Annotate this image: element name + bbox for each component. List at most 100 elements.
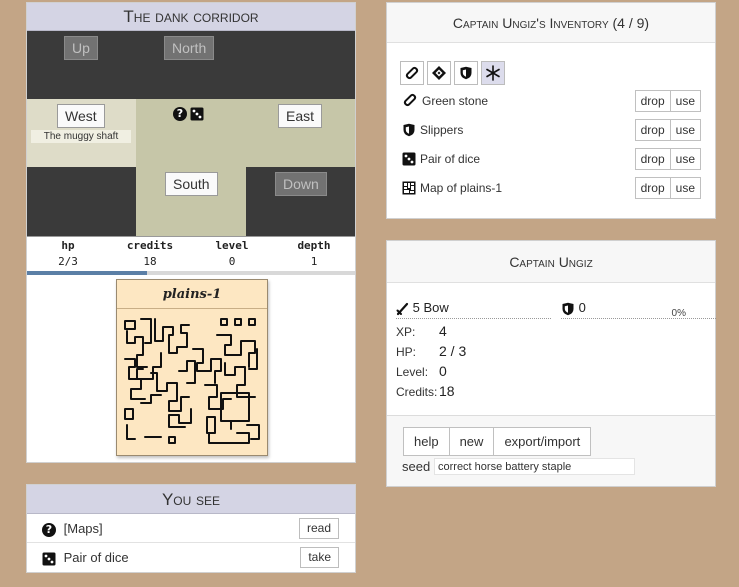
hp-progress-bar: [27, 271, 355, 275]
stat-credits: credits 18: [109, 239, 191, 268]
character-panel: Captain Ungiz 5 Bow 0 0% XP: 4 HP: 2 / 3…: [386, 240, 716, 487]
sword-icon: [396, 302, 409, 316]
hp-label: HP:: [396, 345, 417, 359]
stat-depth-value: 1: [310, 255, 318, 268]
hp-value: 2 / 3: [439, 343, 467, 359]
hp-progress-fill: [27, 271, 147, 275]
filter-armor-button[interactable]: [454, 61, 478, 85]
dungeon-map: [124, 318, 260, 444]
inventory-item-label: Pair of dice: [420, 152, 481, 166]
character-footer: help new export/import seed: [387, 416, 715, 486]
west-button[interactable]: West: [57, 104, 105, 128]
stat-depth-label: depth: [297, 239, 331, 252]
stat-credits-label: credits: [126, 239, 174, 252]
question-icon[interactable]: ?: [173, 107, 187, 121]
drop-button[interactable]: drop: [634, 148, 671, 170]
take-button[interactable]: take: [300, 547, 339, 568]
you-see-title: You see: [27, 485, 355, 514]
inventory-item-actions: drop use: [634, 148, 701, 170]
question-icon: ?: [42, 522, 56, 537]
you-see-item-label: [Maps]: [63, 521, 103, 536]
credits-stat: Credits: 18: [396, 383, 455, 399]
drop-button[interactable]: drop: [634, 119, 671, 141]
cell-northeast: [246, 31, 355, 99]
inventory-item-label: Green stone: [422, 94, 489, 108]
shield-icon: [561, 302, 575, 316]
inventory-title: Captain Ungiz's Inventory (4 / 9): [387, 3, 715, 43]
new-button[interactable]: new: [449, 427, 495, 456]
level-stat: Level: 0: [396, 363, 447, 379]
cell-southwest: [27, 167, 136, 236]
dice-icon: [402, 152, 416, 166]
hp-stat: HP: 2 / 3: [396, 343, 466, 359]
command-buttons: help new export/import: [403, 427, 592, 456]
stone-icon: [404, 65, 420, 81]
seed-label: seed: [402, 459, 431, 474]
up-button[interactable]: Up: [64, 36, 98, 60]
inventory-item-label: Map of plains-1: [420, 181, 503, 195]
map-title: plains-1: [117, 280, 267, 309]
use-button[interactable]: use: [670, 90, 701, 112]
help-button[interactable]: help: [403, 427, 450, 456]
you-see-panel: You see ? [Maps] read Pair of dice take: [26, 484, 356, 573]
level-value: 0: [439, 363, 447, 379]
gem-icon: [431, 65, 447, 81]
drop-button[interactable]: drop: [634, 177, 671, 199]
you-see-item-dice: Pair of dice take: [27, 543, 355, 572]
stone-icon: [402, 92, 418, 108]
filter-gem-button[interactable]: [427, 61, 451, 85]
xp-value: 4: [439, 323, 447, 339]
shield-icon: [402, 123, 416, 137]
dice-icon: [42, 552, 56, 566]
map-icon: [402, 181, 416, 195]
room-floor-items: ?: [173, 107, 204, 121]
export-import-button[interactable]: export/import: [494, 427, 592, 456]
stat-level: level 0: [191, 239, 273, 268]
inventory-filters: [400, 61, 508, 85]
armor-slot: 0 0%: [561, 299, 716, 319]
room-title: The dank corridor: [27, 3, 355, 31]
you-see-item-label: Pair of dice: [63, 550, 129, 565]
stat-credits-value: 18: [143, 255, 157, 268]
stat-hp-value: 2/3: [58, 255, 78, 268]
drop-button[interactable]: drop: [634, 90, 671, 112]
seed-input[interactable]: [434, 458, 635, 475]
inventory-item: Map of plains-1 drop use: [402, 177, 702, 199]
stat-depth: depth 1: [273, 239, 355, 268]
stat-hp: hp 2/3: [27, 239, 109, 268]
inventory-item-actions: drop use: [634, 119, 701, 141]
level-label: Level:: [396, 365, 429, 379]
north-button[interactable]: North: [164, 36, 215, 60]
weapon-slot: 5 Bow: [396, 299, 551, 319]
weapon-label: 5 Bow: [412, 300, 449, 315]
west-room-label: The muggy shaft: [31, 130, 131, 143]
xp-stat: XP: 4: [396, 323, 447, 339]
shield-icon: [459, 66, 473, 80]
use-button[interactable]: use: [670, 119, 701, 141]
filter-stone-button[interactable]: [400, 61, 424, 85]
east-button[interactable]: East: [278, 104, 323, 128]
room-grid: Up North West East South Down The muggy …: [27, 31, 355, 236]
down-button[interactable]: Down: [275, 172, 327, 196]
inventory-item-actions: drop use: [634, 177, 701, 199]
use-button[interactable]: use: [670, 177, 701, 199]
south-button[interactable]: South: [165, 172, 218, 196]
stats-bar: hp 2/3 credits 18 level 0 depth 1: [27, 236, 355, 275]
inventory-item-actions: drop use: [634, 90, 701, 112]
inventory-item: Green stone drop use: [402, 90, 702, 112]
credits-label: Credits:: [396, 385, 438, 399]
read-button[interactable]: read: [298, 518, 339, 539]
character-title: Captain Ungiz: [387, 241, 715, 283]
asterisk-icon: [485, 65, 501, 81]
stat-level-value: 0: [228, 255, 236, 268]
use-button[interactable]: use: [670, 148, 701, 170]
armor-percent: 0%: [671, 308, 686, 319]
inventory-panel: Captain Ungiz's Inventory (4 / 9) Green …: [386, 2, 716, 219]
armor-value: 0: [578, 300, 586, 315]
filter-all-button[interactable]: [481, 61, 505, 85]
you-see-item-maps: ? [Maps] read: [27, 514, 355, 543]
inventory-item: Pair of dice drop use: [402, 148, 702, 170]
stat-level-label: level: [215, 239, 249, 252]
inventory-item-label: Slippers: [420, 123, 464, 137]
dice-icon[interactable]: [190, 107, 204, 121]
